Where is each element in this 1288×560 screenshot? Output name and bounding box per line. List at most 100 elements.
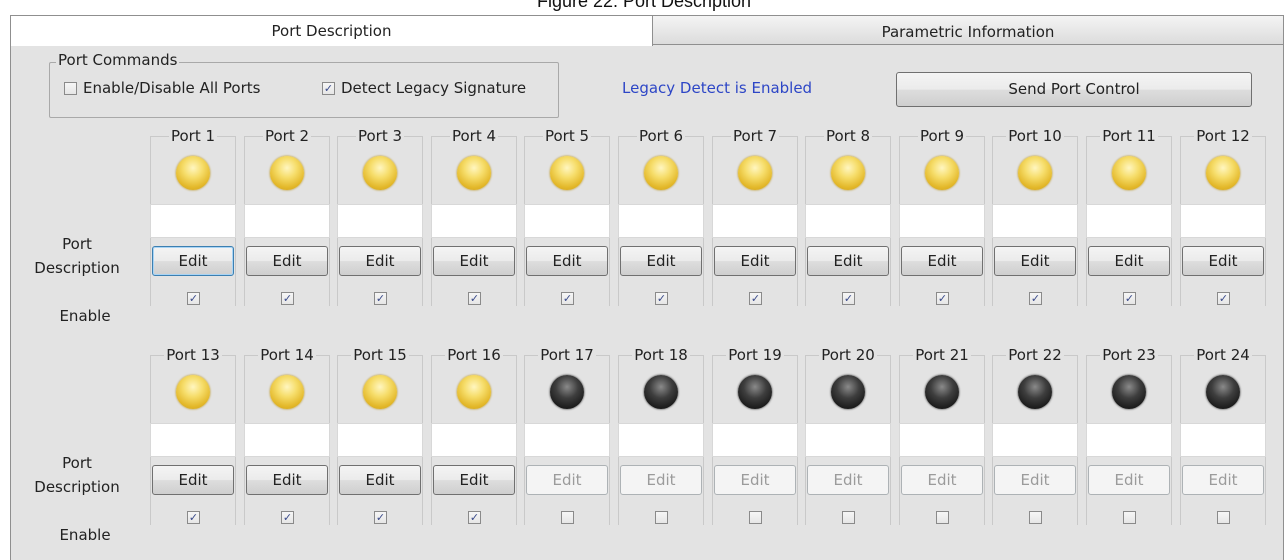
port-edit-button[interactable]: Edit: [246, 246, 328, 276]
figure-caption: Figure 22. Port Description: [536, 0, 752, 11]
port-description-field: [524, 204, 610, 238]
detect-legacy-signature[interactable]: ✓ Detect Legacy Signature: [322, 79, 526, 97]
tab-port-description[interactable]: Port Description: [10, 15, 653, 46]
port-status-led-icon: [1112, 375, 1146, 409]
port-enable-checkbox[interactable]: ✓: [936, 292, 949, 305]
port-status-led-icon: [457, 375, 491, 409]
port-status-led-icon: [1018, 156, 1052, 190]
port-edit-button[interactable]: Edit: [433, 246, 515, 276]
port-description-field: [337, 423, 423, 457]
port-description-field: [992, 423, 1078, 457]
port-edit-button[interactable]: Edit: [433, 465, 515, 495]
port-enable-checkbox[interactable]: [1123, 511, 1136, 524]
port-title: Port 4: [449, 127, 499, 145]
port-description-field: [150, 423, 236, 457]
port-status-led-icon: [831, 156, 865, 190]
port-edit-button[interactable]: Edit: [1182, 246, 1264, 276]
port-description-row-label: Port Description: [34, 454, 120, 496]
port-description-field: [805, 204, 891, 238]
port-enable-checkbox[interactable]: ✓: [561, 292, 574, 305]
port-enable-checkbox[interactable]: [1029, 511, 1042, 524]
port-title: Port 8: [823, 127, 873, 145]
port-enable-checkbox[interactable]: ✓: [187, 292, 200, 305]
port-status-led-icon: [1112, 156, 1146, 190]
port-description-row-label: Port Description: [34, 235, 120, 277]
port-enable-checkbox[interactable]: [655, 511, 668, 524]
port-enable-checkbox[interactable]: ✓: [281, 511, 294, 524]
port-status-led-icon: [270, 375, 304, 409]
port-edit-button: Edit: [1088, 465, 1170, 495]
port-edit-button[interactable]: Edit: [339, 246, 421, 276]
enable-disable-all-ports[interactable]: Enable/Disable All Ports: [64, 79, 260, 97]
port-title: Port 24: [1194, 346, 1252, 364]
port-edit-button[interactable]: Edit: [994, 246, 1076, 276]
port-title: Port 19: [726, 346, 784, 364]
port-description-field: [1180, 204, 1266, 238]
port-enable-checkbox[interactable]: ✓: [468, 292, 481, 305]
port-edit-button[interactable]: Edit: [807, 246, 889, 276]
port-description-field: [899, 423, 985, 457]
port-edit-button[interactable]: Edit: [246, 465, 328, 495]
port-edit-button: Edit: [901, 465, 983, 495]
port-description-field: [992, 204, 1078, 238]
port-status-led-icon: [176, 156, 210, 190]
port-enable-checkbox[interactable]: ✓: [1217, 292, 1230, 305]
port-edit-button[interactable]: Edit: [152, 246, 234, 276]
port-status-led-icon: [363, 156, 397, 190]
enable-row-label: Enable: [59, 307, 111, 325]
port-enable-checkbox[interactable]: ✓: [842, 292, 855, 305]
enable-all-checkbox[interactable]: [64, 81, 77, 95]
port-description-field: [1180, 423, 1266, 457]
port-enable-checkbox[interactable]: [1217, 511, 1230, 524]
send-port-control-button[interactable]: Send Port Control: [896, 72, 1252, 107]
port-description-field: [524, 423, 610, 457]
port-description-field: [712, 204, 798, 238]
port-title: Port 7: [730, 127, 780, 145]
port-edit-button[interactable]: Edit: [1088, 246, 1170, 276]
port-title: Port 11: [1100, 127, 1158, 145]
port-title: Port 15: [351, 346, 409, 364]
tab-parametric-information[interactable]: Parametric Information: [652, 15, 1284, 45]
port-description-field: [1086, 204, 1172, 238]
port-status-led-icon: [644, 156, 678, 190]
port-title: Port 2: [262, 127, 312, 145]
port-edit-button[interactable]: Edit: [620, 246, 702, 276]
port-status-led-icon: [1018, 375, 1052, 409]
port-edit-button[interactable]: Edit: [526, 246, 608, 276]
port-title: Port 16: [445, 346, 503, 364]
port-edit-button[interactable]: Edit: [901, 246, 983, 276]
port-description-field: [244, 204, 330, 238]
port-description-field: [150, 204, 236, 238]
port-enable-checkbox[interactable]: ✓: [374, 511, 387, 524]
port-edit-button[interactable]: Edit: [152, 465, 234, 495]
port-status-led-icon: [270, 156, 304, 190]
port-edit-button: Edit: [620, 465, 702, 495]
port-enable-checkbox[interactable]: [749, 511, 762, 524]
port-edit-button[interactable]: Edit: [339, 465, 421, 495]
port-title: Port 6: [636, 127, 686, 145]
port-enable-checkbox[interactable]: [842, 511, 855, 524]
port-enable-checkbox[interactable]: ✓: [1123, 292, 1136, 305]
port-enable-checkbox[interactable]: ✓: [1029, 292, 1042, 305]
port-title: Port 23: [1100, 346, 1158, 364]
port-enable-checkbox[interactable]: ✓: [749, 292, 762, 305]
port-status-led-icon: [738, 375, 772, 409]
port-status-led-icon: [1206, 375, 1240, 409]
port-enable-checkbox[interactable]: [936, 511, 949, 524]
port-status-led-icon: [176, 375, 210, 409]
port-title: Port 22: [1006, 346, 1064, 364]
port-description-field: [431, 423, 517, 457]
detect-legacy-checkbox[interactable]: ✓: [322, 81, 335, 95]
port-enable-checkbox[interactable]: ✓: [468, 511, 481, 524]
port-enable-checkbox[interactable]: ✓: [281, 292, 294, 305]
port-status-led-icon: [1206, 156, 1240, 190]
port-status-led-icon: [550, 375, 584, 409]
port-status-led-icon: [831, 375, 865, 409]
port-enable-checkbox[interactable]: ✓: [187, 511, 200, 524]
port-enable-checkbox[interactable]: ✓: [374, 292, 387, 305]
port-description-field: [899, 204, 985, 238]
port-edit-button[interactable]: Edit: [714, 246, 796, 276]
port-enable-checkbox[interactable]: ✓: [655, 292, 668, 305]
port-enable-checkbox[interactable]: [561, 511, 574, 524]
port-description-field: [618, 423, 704, 457]
